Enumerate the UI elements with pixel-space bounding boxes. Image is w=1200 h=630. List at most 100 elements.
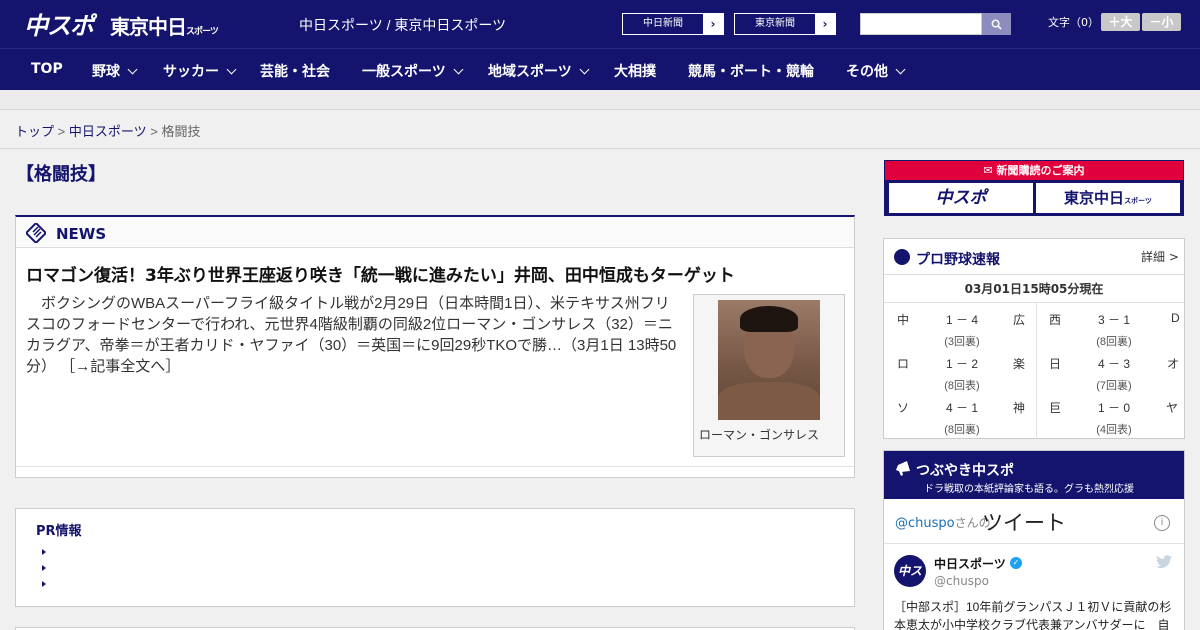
game-score[interactable]: ソ 4 － 1 神 (8回裏) — [897, 391, 1037, 436]
news-header: NEWS — [16, 217, 854, 248]
search-button[interactable] — [982, 13, 1011, 35]
tokyo-logo-text: 東京中日 — [110, 15, 187, 39]
newspaper-icon — [26, 223, 46, 243]
nav-item-baseball[interactable]: 野球 — [92, 61, 138, 81]
game-score[interactable]: ロ 1 － 2 楽 (8回表) — [897, 347, 1037, 392]
breadcrumb-separator: > — [150, 124, 158, 139]
baseball-scores: プロ野球速報 詳細 > 03月01日15時05分現在 中 1 － 4 広 (3回… — [883, 238, 1185, 439]
baseball-title: プロ野球速報 — [916, 252, 1000, 268]
subscription-chuspo-logo[interactable]: 中スポ — [889, 183, 1033, 213]
twitter-divider — [884, 543, 1184, 544]
twitter-header: つぶやき中スポ ドラ戦取の本紙評論家も語る。グラも熱烈応援 — [884, 451, 1184, 499]
nav-item-racing[interactable]: 競馬・ボート・競輪 — [688, 61, 814, 81]
baseball-icon — [894, 249, 910, 265]
news-section: NEWS ロマゴン復活！3年ぶり世界王座返り咲き「統一戦に進みたい」井岡、田中恒… — [15, 215, 855, 478]
score: 1 － 4 — [945, 313, 979, 327]
baseball-detail-link[interactable]: 詳細 > — [1141, 248, 1179, 265]
main-nav: TOP 野球 サッカー 芸能・社会 一般スポーツ 地域スポーツ 大相撲 競馬・ボ… — [0, 48, 1200, 90]
twitter-account-handle[interactable]: @chuspo — [934, 574, 989, 588]
nav-label: 野球 — [92, 64, 120, 80]
chuspo-logo[interactable]: 中スポ — [24, 9, 94, 40]
inning: (4回表) — [1096, 424, 1132, 436]
twitter-handle-link[interactable]: @chuspo — [895, 516, 955, 531]
score: 3 － 1 — [1097, 313, 1131, 327]
subscription-banner[interactable]: ✉ 新聞購読のご案内 中スポ 東京中日スポーツ — [884, 160, 1184, 216]
game-score[interactable]: 中 1 － 4 広 (3回裏) — [897, 303, 1037, 348]
twitter-handle-line: @chuspoさんの — [895, 514, 991, 531]
game-score[interactable]: 日 4 － 3 オ (7回裏) — [1049, 347, 1189, 392]
twitter-bird-icon[interactable] — [1156, 555, 1172, 569]
game-score[interactable]: 巨 1 － 0 ヤ (4回表) — [1049, 391, 1189, 436]
breadcrumb-current: 格闘技 — [161, 124, 201, 139]
home-team: 日 — [1049, 357, 1062, 371]
news-headline[interactable]: ロマゴン復活！3年ぶり世界王座返り咲き「統一戦に進みたい」井岡、田中恒成もターゲ… — [26, 261, 735, 286]
nav-label: 競馬・ボート・競輪 — [688, 64, 814, 80]
chevron-down-icon — [127, 64, 138, 75]
subscription-tokyo-small: スポーツ — [1124, 197, 1152, 205]
info-icon[interactable]: i — [1154, 515, 1170, 531]
font-size-decrease-button[interactable]: －小 — [1142, 13, 1181, 31]
home-team: ロ — [897, 357, 910, 371]
verified-icon: ✓ — [1010, 557, 1022, 569]
chevron-down-icon — [895, 64, 906, 75]
baseball-header: プロ野球速報 詳細 > — [884, 239, 1184, 275]
breadcrumb-top[interactable]: トップ — [15, 124, 54, 139]
score: 1 － 2 — [945, 357, 979, 371]
search-form — [860, 13, 1011, 35]
news-section-label: NEWS — [56, 225, 107, 243]
page-title: 【格闘技】 — [16, 164, 106, 185]
subscription-label-text: 新聞購読のご案内 — [996, 164, 1085, 177]
font-size-increase-button[interactable]: ＋大 — [1101, 13, 1140, 31]
pr-title: PR情報 — [36, 524, 82, 539]
nav-item-top[interactable]: TOP — [31, 61, 63, 77]
chevron-down-icon — [579, 64, 590, 75]
chunichi-shimbun-link[interactable]: 中日新聞 › — [622, 13, 724, 35]
home-team: ソ — [897, 401, 910, 415]
nav-item-entertainment[interactable]: 芸能・社会 — [260, 61, 330, 81]
breadcrumb-separator: > — [57, 124, 66, 139]
site-title: 中日スポーツ / 東京中日スポーツ — [299, 17, 507, 33]
away-team: 神 — [1013, 401, 1026, 415]
pr-bullet-icon — [42, 581, 46, 587]
score: 4 － 3 — [1097, 357, 1131, 371]
twitter-account-name[interactable]: 中日スポーツ — [934, 555, 1006, 572]
pr-bullet-icon — [42, 565, 46, 571]
subscription-tokyo-text: 東京中日 — [1064, 189, 1125, 207]
nav-label: 大相撲 — [614, 64, 656, 80]
game-score[interactable]: 西 3 － 1 D (8回裏) — [1049, 303, 1189, 348]
nav-item-other[interactable]: その他 — [846, 61, 906, 81]
photo-hair-shape — [740, 306, 798, 332]
away-team: ヤ — [1166, 401, 1179, 415]
nav-item-sumo[interactable]: 大相撲 — [614, 61, 656, 81]
avatar[interactable]: 中スポ — [894, 555, 926, 610]
chevron-down-icon — [226, 64, 237, 75]
photo-body-shape — [718, 382, 820, 420]
home-team: 西 — [1049, 313, 1062, 327]
breadcrumb-chunichi-sports[interactable]: 中日スポーツ — [69, 124, 147, 139]
ext-link-label: 中日新聞 — [623, 14, 703, 34]
home-team: 中 — [897, 313, 910, 327]
read-more-link[interactable]: ［→記事全文へ］ — [60, 358, 180, 375]
tokyo-logo-small: スポーツ — [186, 27, 219, 37]
news-photo[interactable] — [718, 300, 820, 420]
twitter-heading: ツイート — [982, 511, 1066, 535]
subscription-tokyo-logo[interactable]: 東京中日スポーツ — [1036, 183, 1180, 213]
nav-item-local-sports[interactable]: 地域スポーツ — [488, 61, 590, 81]
top-header: 中スポ 東京中日スポーツ 中日スポーツ / 東京中日スポーツ 中日新聞 › 東京… — [0, 0, 1200, 48]
score: 1 － 0 — [1097, 401, 1131, 415]
twitter-widget: つぶやき中スポ ドラ戦取の本紙評論家も語る。グラも熱烈応援 @chuspoさんの… — [883, 450, 1185, 630]
tokyo-shimbun-link[interactable]: 東京新聞 › — [734, 13, 836, 35]
chevron-right-icon: › — [822, 17, 828, 31]
chevron-right-icon: › — [710, 17, 716, 31]
news-photo-box: ローマン・ゴンサレス — [693, 294, 845, 457]
tokyo-chunichi-logo[interactable]: 東京中日スポーツ — [110, 11, 219, 40]
breadcrumb: トップ > 中日スポーツ > 格闘技 — [15, 121, 200, 140]
twitter-subtitle: ドラ戦取の本紙評論家も語る。グラも熱烈応援 — [924, 484, 1134, 495]
tweet-text: ［中部スポ］10年前グランパスＪ１初Ｖに貢献の杉本恵太が小中学校クラブ代表兼アン… — [894, 600, 1172, 630]
pr-section: PR情報 — [15, 508, 855, 607]
pr-bullet-icon — [42, 549, 46, 555]
nav-item-general-sports[interactable]: 一般スポーツ — [362, 61, 464, 81]
search-input[interactable] — [860, 13, 982, 35]
nav-item-soccer[interactable]: サッカー — [163, 61, 237, 81]
photo-caption: ローマン・ゴンサレス — [699, 428, 820, 442]
